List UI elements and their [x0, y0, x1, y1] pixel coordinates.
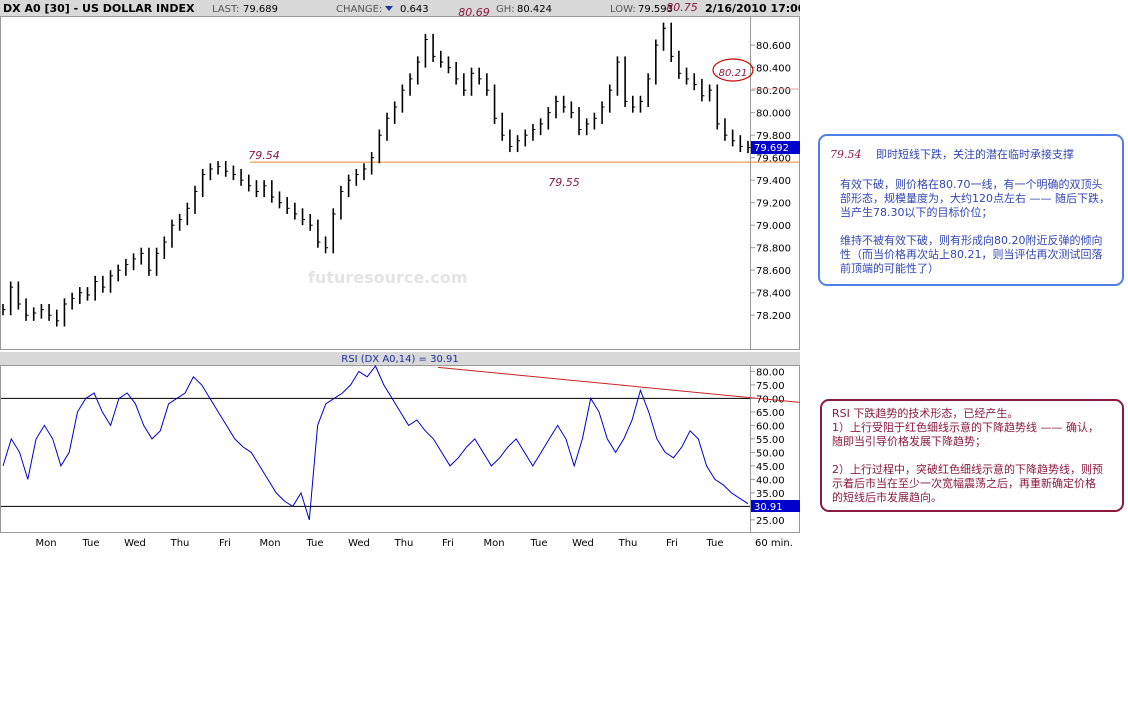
rsi-ytick-label: 35.00 — [756, 489, 785, 500]
price-annotation: 80.69 — [458, 6, 490, 19]
x-day-label: Mon — [259, 538, 280, 549]
analysis-note-top: 79.54 即时短线下跌，关注的潜在临时承接支撑 有效下破，则价格在80.70一… — [818, 134, 1124, 286]
rsi-ytick-label: 55.00 — [756, 435, 785, 446]
note-top-para1-line1: 有效下破，则价格在80.70一线，有一个明确的双顶头 — [840, 178, 1103, 191]
note-bottom-line5: 2）上行过程中，突破红色细线示意的下降趋势线，则预 — [832, 463, 1103, 476]
note-bottom-line7: 的短线后市发展趋向。 — [832, 491, 942, 504]
price-ytick-label: 78.600 — [756, 266, 791, 277]
x-day-label: Thu — [394, 538, 414, 549]
x-day-label: Wed — [124, 538, 146, 549]
change-label: CHANGE: — [336, 4, 382, 15]
note-top-headline: 即时短线下跌，关注的潜在临时承接支撑 — [876, 148, 1074, 161]
x-day-label: Tue — [81, 538, 99, 549]
x-day-label: Thu — [618, 538, 638, 549]
note-top-para2-line3: 前顶端的可能性了） — [840, 262, 939, 275]
price-ytick-label: 78.400 — [756, 289, 791, 300]
last-value: 79.689 — [243, 4, 278, 15]
price-ytick-label: 80.200 — [756, 86, 791, 97]
note-top-para2-line2: 性（而当价格再次站上80.21，则当评估再次测试回落 — [840, 248, 1103, 261]
note-top-para2-line1: 维持不被有效下破，则有形成向80.20附近反弹的倾向 — [840, 234, 1103, 247]
note-top-para1-line3: 当产生78.30以下的目标价位； — [840, 206, 993, 219]
rsi-ytick-label: 45.00 — [756, 462, 785, 473]
x-day-label: Tue — [305, 538, 323, 549]
rsi-ytick-label: 75.00 — [756, 381, 785, 392]
price-annotation: 80.75 — [666, 1, 698, 14]
x-day-label: Fri — [666, 538, 678, 549]
chart-area: DX A0 [30] - US DOLLAR INDEX LAST: 79.68… — [0, 0, 810, 550]
rsi-ytick-label: 80.00 — [756, 367, 785, 378]
low-label: LOW: — [610, 4, 636, 15]
price-and-rsi-chart: DX A0 [30] - US DOLLAR INDEX LAST: 79.68… — [0, 0, 810, 549]
price-ytick-label: 79.400 — [756, 176, 791, 187]
rsi-ytick-label: 25.00 — [756, 516, 785, 527]
high-label: GH: — [496, 4, 515, 15]
x-day-label: Tue — [529, 538, 547, 549]
rsi-ytick-label: 60.00 — [756, 421, 785, 432]
price-ytick-label: 79.600 — [756, 154, 791, 165]
price-annotation: 79.55 — [548, 176, 580, 189]
rsi-current-label: 30.91 — [754, 502, 783, 513]
price-ytick-label: 78.800 — [756, 244, 791, 255]
price-annotation: 79.54 — [248, 149, 280, 162]
x-day-label: Fri — [219, 538, 231, 549]
note-top-para1-line2: 部形态，规模量度为，大约120点左右 —— 随后下跌， — [840, 192, 1110, 205]
note-bottom-line1: RSI 下跌趋势的技术形态，已经产生。 — [832, 407, 1019, 420]
x-day-label: Thu — [170, 538, 190, 549]
x-day-label: Fri — [442, 538, 454, 549]
current-price-label: 79.692 — [754, 143, 789, 154]
price-ytick-label: 80.600 — [756, 41, 791, 52]
analysis-note-bottom: RSI 下跌趋势的技术形态，已经产生。 1）上行受阻于红色细线示意的下降趋势线 … — [820, 399, 1124, 512]
rsi-ytick-label: 40.00 — [756, 475, 785, 486]
x-day-label: Mon — [483, 538, 504, 549]
price-ytick-label: 79.200 — [756, 199, 791, 210]
watermark: futuresource.com — [308, 268, 468, 287]
symbol-title: DX A0 [30] - US DOLLAR INDEX — [3, 2, 195, 15]
rsi-title: RSI (DX A0,14) = 30.91 — [341, 354, 458, 365]
last-label: LAST: — [212, 4, 239, 15]
note-bottom-line6: 示着后市当在至少一次宽幅震荡之后，再重新确定价格 — [832, 477, 1096, 490]
price-ytick-label: 79.000 — [756, 221, 791, 232]
x-day-label: Wed — [572, 538, 594, 549]
high-value: 80.424 — [517, 4, 552, 15]
rsi-ytick-label: 65.00 — [756, 408, 785, 419]
datetime: 2/16/2010 17:00 — [705, 2, 800, 15]
note-bottom-line2: 1）上行受阻于红色细线示意的下降趋势线 —— 确认， — [832, 421, 1099, 434]
rsi-ytick-label: 50.00 — [756, 448, 785, 459]
x-day-label: Wed — [348, 538, 370, 549]
price-ytick-label: 80.000 — [756, 109, 791, 120]
note-bottom-line3: 随即当引导价格发展下降趋势； — [832, 435, 986, 448]
change-value: 0.643 — [400, 4, 429, 15]
price-ytick-label: 79.800 — [756, 131, 791, 142]
price-ytick-label: 78.200 — [756, 311, 791, 322]
price-ytick-label: 80.400 — [756, 64, 791, 75]
x-interval-label: 60 min. — [755, 538, 793, 549]
note-top-price: 79.54 — [830, 148, 862, 161]
x-day-label: Tue — [705, 538, 723, 549]
price-annotation: 80.21 — [719, 68, 748, 79]
x-day-label: Mon — [35, 538, 56, 549]
